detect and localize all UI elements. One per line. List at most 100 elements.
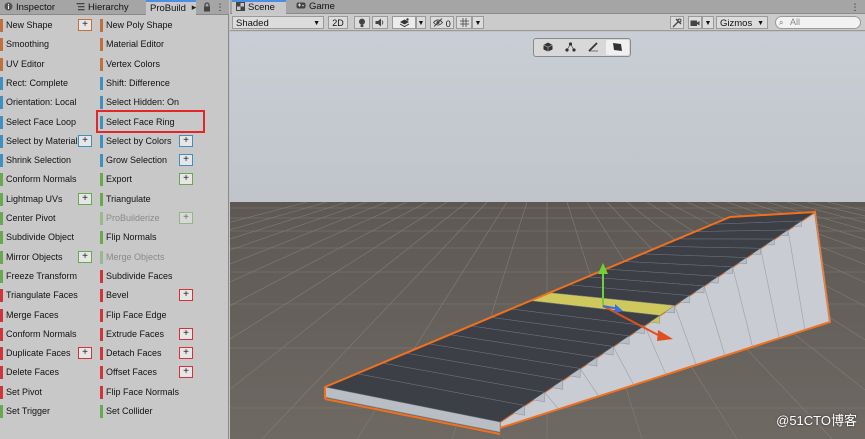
pb-button-label: New Poly Shape: [106, 20, 173, 30]
camera-toggle[interactable]: [688, 16, 702, 29]
effects-dropdown[interactable]: [392, 16, 416, 29]
toggle-2d-button[interactable]: 2D: [328, 16, 348, 29]
pb-button-label: Freeze Transform: [6, 270, 78, 281]
pb-button-subdivide-object[interactable]: Subdivide Object: [0, 229, 94, 246]
tab-hierarchy[interactable]: Hierarchy: [72, 0, 144, 15]
camera-chevron-down-icon[interactable]: ▼: [702, 16, 714, 29]
pb-options-plus-icon[interactable]: +: [78, 347, 92, 360]
pb-button-label: Flip Face Normals: [106, 386, 180, 397]
pb-button-new-poly-shape[interactable]: New Poly Shape: [100, 17, 194, 34]
pb-button-freeze-transform[interactable]: Freeze Transform: [0, 268, 94, 285]
gizmos-dropdown[interactable]: Gizmos ▼: [716, 16, 768, 29]
pb-button-flip-normals[interactable]: Flip Normals: [100, 229, 194, 246]
pb-button-set-pivot[interactable]: Set Pivot: [0, 384, 94, 401]
pb-button-conform-normals[interactable]: Conform Normals: [0, 326, 94, 343]
pb-button-select-hidden-on[interactable]: Select Hidden: On: [100, 94, 194, 111]
pb-button-label: Shift: Difference: [106, 77, 170, 88]
pb-button-label: Duplicate Faces: [6, 348, 71, 359]
pb-button-label: Material Editor: [106, 39, 165, 50]
scene-tab-bar: Scene Game ⋮: [230, 0, 865, 14]
pb-button-material-editor[interactable]: Material Editor: [100, 36, 194, 53]
draw-mode-label: Shaded: [236, 18, 269, 29]
pb-options-plus-icon[interactable]: +: [78, 192, 92, 205]
scene-more-options-icon[interactable]: ⋮: [849, 1, 861, 13]
scene-visibility-toggle[interactable]: 0: [430, 16, 454, 29]
face-mode-button[interactable]: [606, 40, 629, 55]
object-mode-button[interactable]: [536, 40, 559, 55]
pb-button-label: ProBuilderize: [106, 213, 160, 223]
pb-button-set-trigger[interactable]: Set Trigger: [0, 403, 94, 420]
pb-options-plus-icon[interactable]: +: [179, 327, 193, 340]
tab-overflow-arrow-icon[interactable]: ▸: [190, 1, 198, 13]
pb-button-label: Conform Normals: [6, 174, 77, 185]
pb-button-uv-editor[interactable]: UV Editor: [0, 56, 94, 73]
scene-viewport[interactable]: @51CTO博客: [230, 32, 865, 439]
pb-button-label: Rect: Complete: [6, 77, 69, 88]
pb-button-label: Flip Normals: [106, 232, 157, 243]
chevron-down-icon: ▼: [313, 20, 320, 27]
pb-button-label: Mirror Objects: [6, 251, 63, 262]
lock-icon[interactable]: [201, 1, 212, 13]
edge-mode-button[interactable]: [582, 40, 605, 55]
scene-search-input[interactable]: ⌕ All: [775, 16, 861, 29]
pb-button-label: Bevel: [106, 290, 129, 301]
info-icon: [4, 1, 13, 11]
speaker-icon: [375, 18, 385, 29]
pb-button-orientation-local[interactable]: Orientation: Local: [0, 94, 94, 111]
pb-options-plus-icon[interactable]: +: [78, 134, 92, 147]
probuilder-panel: Inspector Hierarchy ProBuild ▸ ⋮ New Sha…: [0, 0, 229, 439]
pb-options-plus-icon[interactable]: +: [179, 347, 193, 360]
scene-3d-render[interactable]: [230, 32, 865, 439]
scene-view: Scene Game ⋮ Shaded ▼ 2D ▼ 0 ▼ ▼ Gizmos …: [230, 0, 865, 439]
pb-button-label: Select by Colors: [106, 135, 172, 146]
pb-button-label: Delete Faces: [6, 367, 60, 378]
pb-button-rect-complete[interactable]: Rect: Complete: [0, 75, 94, 92]
pb-options-plus-icon[interactable]: +: [179, 154, 193, 167]
vertex-mode-button[interactable]: [559, 40, 582, 55]
pb-button-select-face-loop[interactable]: Select Face Loop: [0, 114, 94, 131]
pb-button-shrink-selection[interactable]: Shrink Selection: [0, 152, 94, 169]
pb-button-merge-faces[interactable]: Merge Faces: [0, 307, 94, 324]
scene-toolbar: Shaded ▼ 2D ▼ 0 ▼ ▼ Gizmos ▼ ⌕ All: [230, 14, 865, 31]
audio-toggle[interactable]: [372, 16, 388, 29]
pb-button-delete-faces[interactable]: Delete Faces: [0, 364, 94, 381]
pb-button-subdivide-faces[interactable]: Subdivide Faces: [100, 268, 194, 285]
pb-button-triangulate-faces[interactable]: Triangulate Faces: [0, 287, 94, 304]
tab-game[interactable]: Game: [292, 0, 342, 14]
more-options-icon[interactable]: ⋮: [214, 1, 226, 13]
pb-button-label: Export: [106, 174, 133, 185]
draw-mode-dropdown[interactable]: Shaded ▼: [232, 16, 324, 29]
scene-tab-icon: [236, 2, 245, 11]
tab-probuilder[interactable]: ProBuild: [146, 0, 196, 15]
pb-button-shift-difference[interactable]: Shift: Difference: [100, 75, 194, 92]
tab-hierarchy-label: Hierarchy: [88, 2, 129, 13]
pb-options-plus-icon[interactable]: +: [179, 366, 193, 379]
pb-options-plus-icon[interactable]: +: [179, 173, 193, 186]
pb-button-conform-normals[interactable]: Conform Normals: [0, 171, 94, 188]
pb-button-set-collider[interactable]: Set Collider: [100, 403, 194, 420]
pb-button-center-pivot[interactable]: Center Pivot: [0, 210, 94, 227]
pb-button-flip-face-normals[interactable]: Flip Face Normals: [100, 384, 194, 401]
effects-chevron-down-icon[interactable]: ▼: [416, 16, 426, 29]
tools-toggle[interactable]: [670, 16, 684, 29]
grid-chevron-down-icon[interactable]: ▼: [472, 16, 484, 29]
pb-button-triangulate[interactable]: Triangulate: [100, 191, 194, 208]
pb-options-plus-icon[interactable]: +: [179, 289, 193, 302]
pb-options-plus-icon[interactable]: +: [78, 250, 92, 263]
pb-button-label: Detach Faces: [106, 348, 162, 359]
pb-button-vertex-colors[interactable]: Vertex Colors: [100, 56, 194, 73]
scene-search-placeholder: All: [790, 17, 801, 27]
vertex-icon: [565, 42, 576, 55]
lighting-toggle[interactable]: [354, 16, 370, 29]
tab-scene[interactable]: Scene: [232, 0, 286, 14]
tab-inspector[interactable]: Inspector: [0, 0, 70, 15]
hierarchy-icon: [76, 1, 85, 11]
pb-button-smoothing[interactable]: Smoothing: [0, 36, 94, 53]
search-icon: ⌕: [779, 18, 784, 27]
grid-toggle[interactable]: [456, 16, 472, 29]
pb-options-plus-icon[interactable]: +: [179, 134, 193, 147]
pb-button-flip-face-edge[interactable]: Flip Face Edge: [100, 307, 194, 324]
pb-button-label: Extrude Faces: [106, 328, 165, 339]
pb-button-merge-objects: Merge Objects: [100, 249, 194, 266]
pb-options-plus-icon[interactable]: +: [78, 19, 92, 31]
